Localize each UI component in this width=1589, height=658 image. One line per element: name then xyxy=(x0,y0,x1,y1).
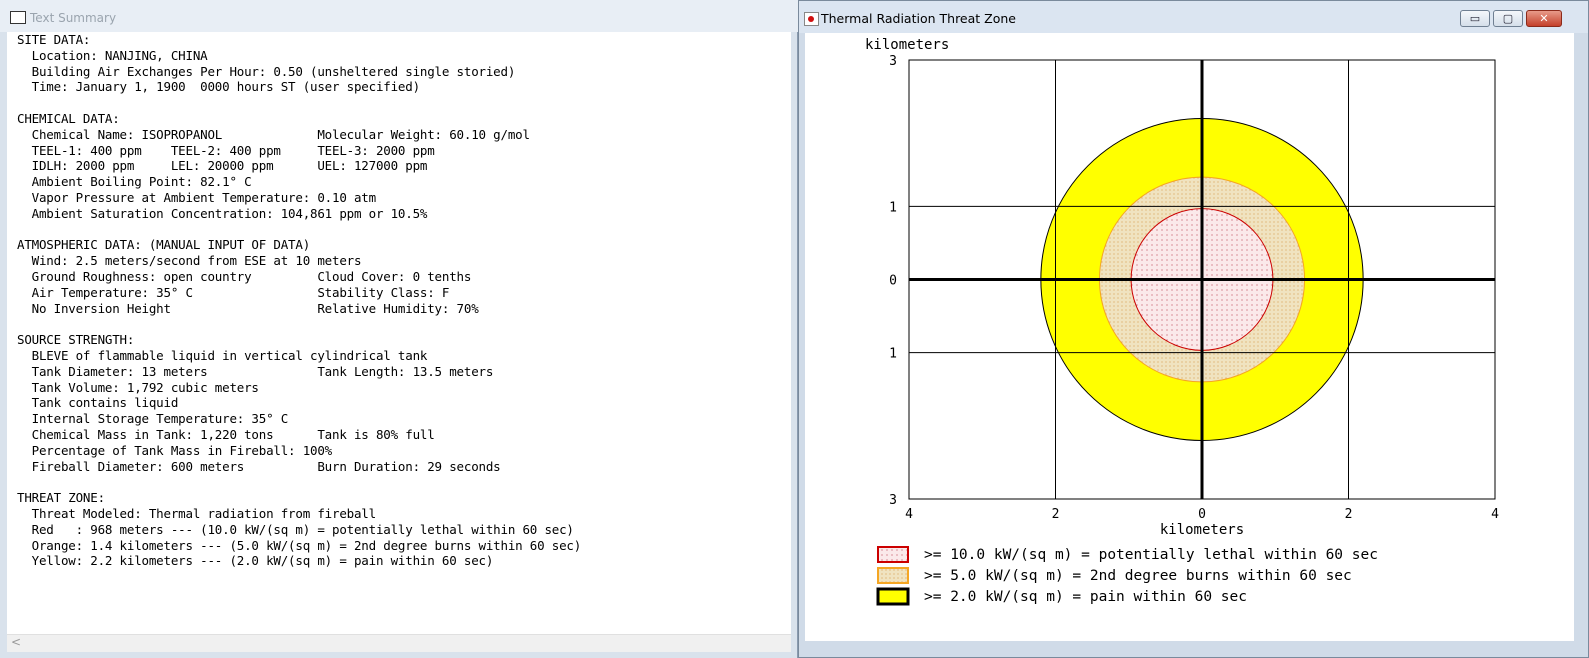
text-summary-titlebar[interactable]: Text Summary xyxy=(0,0,798,32)
legend-swatch-orange xyxy=(877,567,909,584)
legend-swatch-yellow xyxy=(876,587,910,606)
threat-zone-titlebar[interactable]: Thermal Radiation Threat Zone ▭ ▢ ✕ xyxy=(799,1,1588,33)
threat-zone-plot-area: 4202431013 kilometers kilometers >= 10.0… xyxy=(805,33,1574,641)
maximize-button[interactable]: ▢ xyxy=(1493,10,1523,27)
axes-crosshair xyxy=(909,60,1495,499)
y-tick-label: 1 xyxy=(889,200,897,215)
text-summary-title: Text Summary xyxy=(30,11,117,25)
minimize-button[interactable]: ▭ xyxy=(1460,10,1490,27)
scroll-left-icon[interactable]: < xyxy=(11,635,21,649)
document-icon xyxy=(10,11,26,24)
summary-text: SITE DATA: Location: NANJING, CHINA Buil… xyxy=(17,32,582,569)
text-summary-pane[interactable]: SITE DATA: Location: NANJING, CHINA Buil… xyxy=(7,32,791,634)
close-button[interactable]: ✕ xyxy=(1526,10,1562,27)
legend-label-red: >= 10.0 kW/(sq m) = potentially lethal w… xyxy=(924,547,1378,563)
text-summary-window: Text Summary SITE DATA: Location: NANJIN… xyxy=(0,0,798,658)
x-tick-label: 0 xyxy=(1198,507,1206,522)
threat-zone-window: Thermal Radiation Threat Zone ▭ ▢ ✕ 4 2 0 2… xyxy=(798,0,1589,658)
y-tick-label: 0 xyxy=(889,274,897,289)
legend: >= 10.0 kW/(sq m) = potentially lethal w… xyxy=(876,546,1378,606)
horizontal-scrollbar[interactable]: < xyxy=(7,634,791,652)
y-tick-label: 3 xyxy=(889,493,897,508)
x-tick-label: 2 xyxy=(1052,507,1060,522)
legend-swatch-red xyxy=(877,546,909,563)
legend-label-yellow: >= 2.0 kW/(sq m) = pain within 60 sec xyxy=(924,589,1247,605)
x-axis-label: kilometers xyxy=(1160,522,1244,538)
app-icon xyxy=(804,12,819,26)
x-tick-label: 2 xyxy=(1345,507,1353,522)
legend-label-orange: >= 5.0 kW/(sq m) = 2nd degree burns with… xyxy=(924,568,1352,584)
y-axis-label: kilometers xyxy=(865,37,949,53)
threat-zone-title: Thermal Radiation Threat Zone xyxy=(821,11,1016,26)
x-tick-label: 4 xyxy=(1491,507,1499,522)
x-tick-label: 4 xyxy=(905,507,913,522)
y-tick-label: 3 xyxy=(889,54,897,69)
threat-zone-chart: 4 2 0 2 431013 kilometers kilometers >= 10.0… xyxy=(865,37,1499,606)
y-tick-label: 1 xyxy=(889,347,897,362)
